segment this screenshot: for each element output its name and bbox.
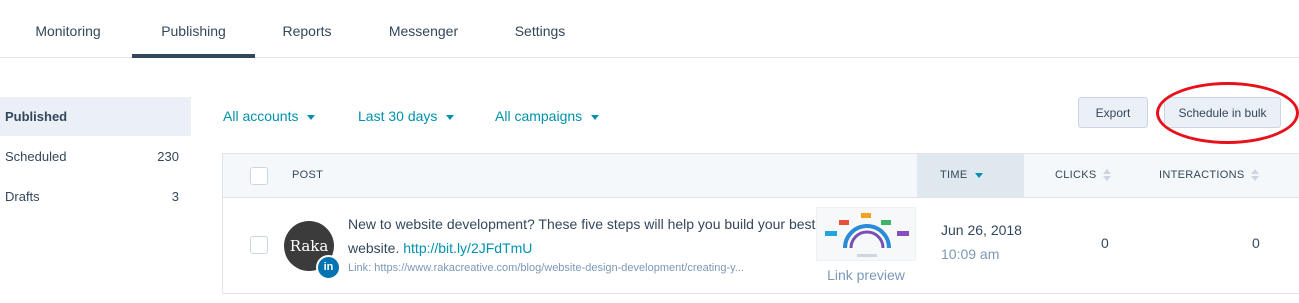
export-button[interactable]: Export <box>1078 97 1148 128</box>
caret-down-icon <box>591 114 600 120</box>
sort-icon <box>1250 168 1259 182</box>
thumbnail-graphic <box>825 213 909 257</box>
date-range-label: Last 30 days <box>358 108 438 124</box>
sort-icon <box>1102 168 1111 182</box>
interactions-column-header[interactable]: INTERACTIONS <box>1159 154 1259 197</box>
campaigns-filter-label: All campaigns <box>495 108 583 124</box>
sidebar-item-drafts[interactable]: Drafts 3 <box>0 177 191 216</box>
caret-down-icon <box>446 114 455 120</box>
link-preview-label[interactable]: Link preview <box>813 267 919 283</box>
tab-monitoring[interactable]: Monitoring <box>18 0 118 57</box>
sidebar-item-count: 230 <box>157 149 179 164</box>
sidebar-item-published[interactable]: Published <box>0 97 191 136</box>
time-column-header[interactable]: TIME <box>940 154 984 197</box>
sidebar-item-scheduled[interactable]: Scheduled 230 <box>0 137 191 176</box>
table-header: POST TIME CLICKS INTERACTIONS <box>222 153 1299 198</box>
select-all-checkbox[interactable] <box>250 167 268 185</box>
sidebar-item-label: Scheduled <box>5 149 67 164</box>
interactions-column-label: INTERACTIONS <box>1159 169 1245 181</box>
clicks-value: 0 <box>1101 235 1109 251</box>
interactions-value: 0 <box>1252 235 1260 251</box>
tab-reports[interactable]: Reports <box>268 0 346 57</box>
link-preview-thumbnail[interactable] <box>816 207 916 261</box>
post-text: New to website development? These five s… <box>348 212 818 260</box>
tab-publishing[interactable]: Publishing <box>132 0 255 57</box>
top-nav: Monitoring Publishing Reports Messenger … <box>0 0 1299 58</box>
post-link-url: Link: https://www.rakacreative.com/blog/… <box>348 262 744 274</box>
post-short-link[interactable]: http://bit.ly/2JFdTmU <box>403 240 532 256</box>
table-row[interactable]: Raka in New to website development? Thes… <box>222 198 1299 294</box>
sidebar-item-count: 3 <box>171 189 179 204</box>
post-time: 10:09 am <box>941 246 1000 262</box>
date-range-dropdown[interactable]: Last 30 days <box>358 105 455 127</box>
campaigns-filter-dropdown[interactable]: All campaigns <box>495 105 600 127</box>
sidebar-item-label: Drafts <box>5 189 40 204</box>
clicks-column-header[interactable]: CLICKS <box>1055 154 1111 197</box>
clicks-column-label: CLICKS <box>1055 169 1097 181</box>
caret-down-icon <box>307 114 316 120</box>
sort-descending-icon <box>975 172 984 178</box>
post-date: Jun 26, 2018 <box>941 222 1022 238</box>
sidebar-item-label: Published <box>5 109 68 124</box>
tab-messenger[interactable]: Messenger <box>372 0 475 57</box>
accounts-filter-dropdown[interactable]: All accounts <box>223 105 316 127</box>
tab-settings[interactable]: Settings <box>500 0 580 57</box>
accounts-filter-label: All accounts <box>223 108 299 124</box>
post-column-header: POST <box>292 169 324 181</box>
schedule-in-bulk-button[interactable]: Schedule in bulk <box>1164 97 1281 128</box>
active-tab-indicator <box>132 54 255 58</box>
time-column-label: TIME <box>940 169 968 181</box>
linkedin-icon: in <box>316 255 341 280</box>
row-select-checkbox[interactable] <box>250 236 268 254</box>
